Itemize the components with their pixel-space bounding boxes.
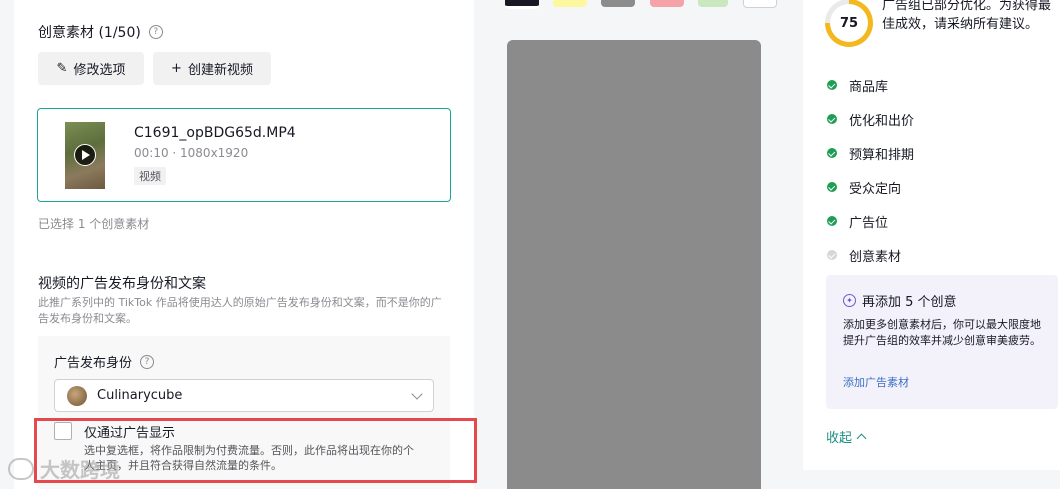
create-video-label: 创建新视频 <box>187 63 253 78</box>
color-swatch-gray[interactable] <box>601 0 635 7</box>
checklist-label: 广告位 <box>849 215 889 231</box>
creative-section-title: 创意素材 (1/50) ? <box>38 22 163 42</box>
checklist-item: 广告位 <box>827 204 914 238</box>
checklist-item: 受众定向 <box>827 170 914 204</box>
publisher-label-row: 广告发布身份 ? <box>54 352 155 371</box>
add-creative-link[interactable]: 添加广告素材 <box>843 374 909 390</box>
collapse-label: 收起 <box>826 431 853 446</box>
publisher-label: 广告发布身份 <box>54 356 133 371</box>
score-ring: 75 <box>825 0 873 47</box>
pencil-icon: ✎ <box>56 61 68 76</box>
identity-description: 此推广系列中的 TikTok 作品将使用达人的原始广告发布身份和文案，而不是你的… <box>38 296 442 325</box>
video-thumbnail[interactable] <box>65 122 105 189</box>
optimization-panel: 75 广告组已部分优化。为获得最佳成效，请采纳所有建议。 商品库 优化和出价 预… <box>803 0 1060 470</box>
collapse-button[interactable]: 收起 <box>826 427 867 446</box>
checklist-label: 受众定向 <box>849 181 902 197</box>
chevron-down-icon <box>411 387 423 400</box>
ad-preview <box>507 40 761 489</box>
edit-options-button[interactable]: ✎ 修改选项 <box>38 52 144 85</box>
edit-options-label: 修改选项 <box>73 63 126 78</box>
selected-count: 已选择 1 个创意素材 <box>38 217 150 231</box>
check-circle-icon <box>827 148 837 158</box>
checklist-item: 创意素材 <box>827 238 914 272</box>
create-video-button[interactable]: + 创建新视频 <box>153 52 271 85</box>
suggestion-title-row: ✦ 再添加 5 个创意 <box>843 291 957 310</box>
creative-section-label: 创意素材 (1/50) <box>38 25 141 41</box>
color-swatch-white[interactable] <box>743 0 777 8</box>
media-meta: 00:10 · 1080x1920 <box>134 146 249 160</box>
score-description: 广告组已部分优化。为获得最佳成效，请采纳所有建议。 <box>882 0 1052 32</box>
help-icon[interactable]: ? <box>148 25 163 39</box>
suggestion-description: 添加更多创意素材后，你可以最大限度地提升广告组的效率并减少创意审美疲劳。 <box>843 318 1041 347</box>
plus-icon: + <box>171 61 182 76</box>
identity-title: 视频的广告发布身份和文案 <box>38 276 206 292</box>
checklist-label: 商品库 <box>849 79 889 95</box>
score-value: 75 <box>830 4 868 42</box>
check-circle-icon <box>827 182 837 192</box>
avatar <box>67 385 87 406</box>
publisher-select[interactable]: Culinarycube <box>54 379 434 412</box>
color-swatch-black[interactable] <box>505 0 539 9</box>
checklist-item: 优化和出价 <box>827 102 914 136</box>
help-icon[interactable]: ? <box>140 354 155 369</box>
check-circle-icon <box>827 216 837 226</box>
checklist-label: 创意素材 <box>849 249 902 265</box>
color-swatch-green[interactable] <box>698 0 728 7</box>
chevron-up-icon <box>856 433 867 444</box>
media-type-tag: 视频 <box>134 167 166 185</box>
optimization-checklist: 商品库 优化和出价 预算和排期 受众定向 广告位 创意素材 <box>827 68 914 272</box>
checklist-item: 商品库 <box>827 68 914 102</box>
checklist-item: 预算和排期 <box>827 136 914 170</box>
color-swatch-yellow[interactable] <box>553 0 587 7</box>
publisher-value: Culinarycube <box>97 388 183 403</box>
watermark-logo-icon <box>8 457 34 480</box>
checklist-label: 预算和排期 <box>849 147 915 163</box>
suggestion-box: ✦ 再添加 5 个创意 添加更多创意素材后，你可以最大限度地提升广告组的效率并减… <box>826 275 1058 409</box>
check-circle-icon <box>827 80 837 90</box>
watermark-text: 大数跨境 <box>40 458 120 482</box>
pending-circle-icon <box>827 250 837 260</box>
check-circle-icon <box>827 114 837 124</box>
sparkle-icon: ✦ <box>843 294 856 307</box>
suggestion-title: 再添加 5 个创意 <box>862 295 957 310</box>
play-icon[interactable] <box>74 144 96 166</box>
watermark: 大数跨境 <box>8 454 120 483</box>
checklist-label: 优化和出价 <box>849 113 915 129</box>
media-filename: C1691_opBDG65d.MP4 <box>134 125 296 141</box>
media-card[interactable]: C1691_opBDG65d.MP4 00:10 · 1080x1920 视频 <box>37 108 451 202</box>
creative-panel: 创意素材 (1/50) ? ✎ 修改选项 + 创建新视频 C1691_opBDG… <box>14 0 474 489</box>
color-swatch-pink[interactable] <box>650 0 684 7</box>
